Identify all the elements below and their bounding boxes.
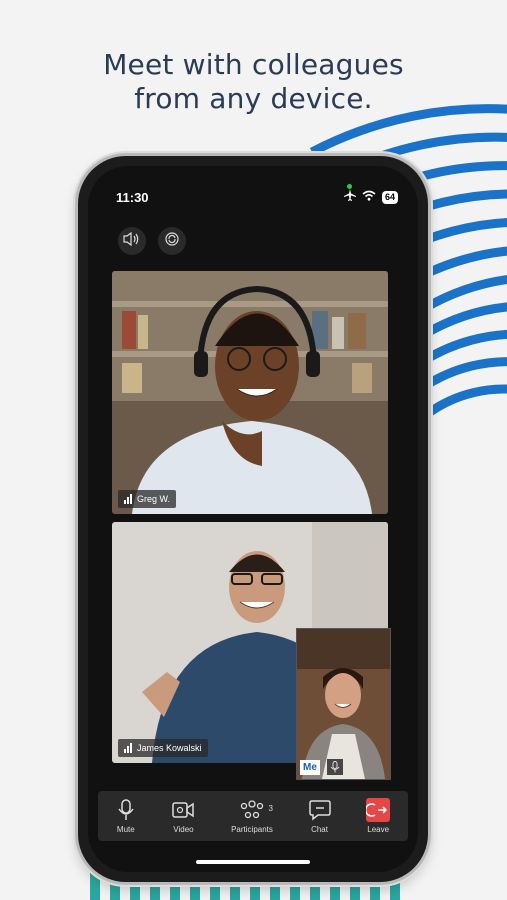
- chat-button[interactable]: Chat: [308, 798, 331, 834]
- participants-label: Participants: [231, 825, 273, 834]
- chat-bubble-icon: [308, 798, 331, 822]
- participant-name: James Kowalski: [137, 743, 202, 753]
- camera-switch-icon: [164, 231, 180, 252]
- self-view[interactable]: Me: [296, 628, 391, 780]
- self-video: [297, 629, 390, 779]
- audio-level-icon: [124, 494, 132, 504]
- battery-indicator: 64: [381, 190, 398, 204]
- participant-name-tag: James Kowalski: [118, 739, 208, 757]
- video-camera-icon: [171, 798, 195, 822]
- mute-button[interactable]: Mute: [116, 798, 136, 834]
- wifi-icon: [362, 188, 376, 206]
- chat-label: Chat: [311, 825, 328, 834]
- home-indicator[interactable]: [196, 860, 310, 864]
- status-time: 11:30: [116, 190, 149, 205]
- self-mic-icon: [327, 759, 343, 775]
- video-label: Video: [173, 825, 194, 834]
- leave-icon: [365, 798, 391, 822]
- headline: Meet with colleagues from any device.: [0, 48, 507, 116]
- airplane-icon: [343, 188, 356, 206]
- leave-label: Leave: [367, 825, 390, 834]
- microphone-icon: [116, 798, 136, 822]
- mute-label: Mute: [116, 825, 135, 834]
- participant-name: Greg W.: [137, 494, 171, 504]
- switch-camera-button[interactable]: [158, 227, 186, 255]
- participants-count: 3: [268, 804, 273, 813]
- speaker-button[interactable]: [118, 227, 146, 255]
- participants-button[interactable]: 3 Participants: [231, 798, 273, 834]
- video-button[interactable]: Video: [171, 798, 195, 834]
- headline-line-2: from any device.: [134, 82, 373, 115]
- phone-screen: 11:30 64 Greg W. James Kowalski Me Mute …: [88, 166, 418, 872]
- participant-name-tag: Greg W.: [118, 490, 177, 508]
- call-toolbar: Mute Video 3 Participants Chat Leave: [98, 791, 408, 841]
- participants-icon: 3: [239, 798, 273, 822]
- video-tile-greg[interactable]: Greg W.: [112, 271, 388, 514]
- leave-button[interactable]: Leave: [365, 798, 391, 834]
- phone-frame: 11:30 64 Greg W. James Kowalski Me Mute …: [78, 156, 428, 882]
- audio-level-icon: [124, 743, 132, 753]
- speaker-icon: [123, 231, 141, 251]
- headline-line-1: Meet with colleagues: [103, 48, 404, 81]
- participant-video-greg: [112, 271, 388, 514]
- status-icons: 64: [343, 188, 398, 206]
- self-view-label: Me: [300, 760, 320, 775]
